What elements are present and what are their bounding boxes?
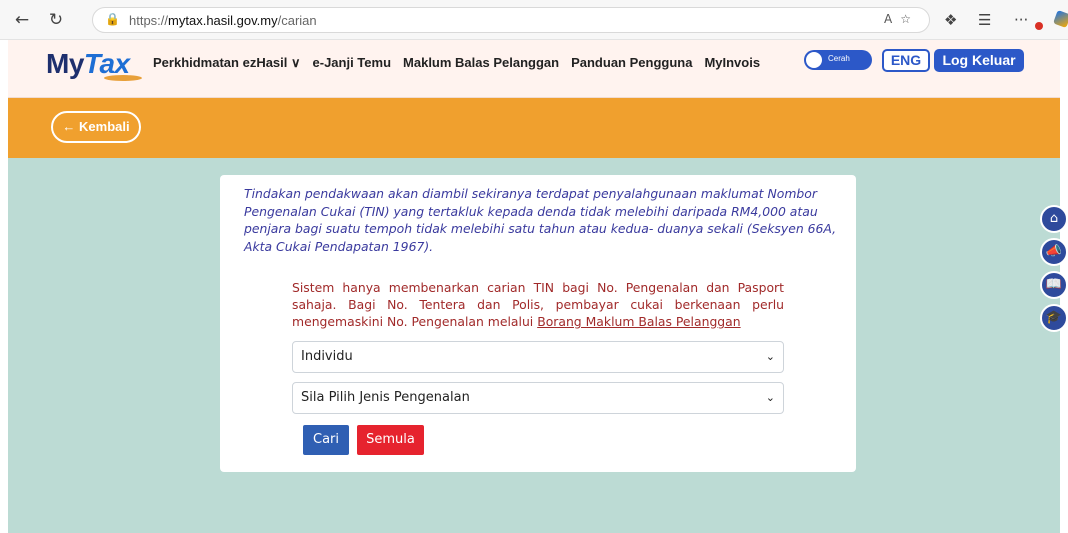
reset-button[interactable]: Semula: [357, 425, 424, 455]
taxpayer-type-value: Individu: [301, 349, 353, 364]
back-arrow-icon[interactable]: ←: [10, 8, 34, 32]
browser-toolbar: ← ↻ 🔒 https://mytax.hasil.gov.my/carian …: [0, 0, 1068, 40]
address-bar[interactable]: 🔒 https://mytax.hasil.gov.my/carian A☆: [92, 7, 930, 33]
book-icon[interactable]: 📖: [1040, 271, 1068, 299]
id-type-select[interactable]: Sila Pilih Jenis Pengenalan ⌄: [292, 382, 784, 414]
id-type-value: Sila Pilih Jenis Pengenalan: [301, 390, 470, 405]
feedback-form-link[interactable]: Borang Maklum Balas Pelanggan: [537, 314, 740, 329]
site-header: MyTax Perkhidmatan ezHasil ∨ e-Janji Tem…: [8, 40, 1060, 98]
more-menu-icon[interactable]: ···: [1014, 10, 1028, 30]
search-button[interactable]: Cari: [303, 425, 349, 455]
logout-button[interactable]: Log Keluar: [934, 49, 1024, 72]
nav-panduan-pengguna[interactable]: Panduan Pengguna: [571, 55, 692, 71]
main-nav: Perkhidmatan ezHasil ∨ e-Janji Temu Makl…: [153, 55, 760, 71]
main-content: Tindakan pendakwaan akan diambil sekiran…: [8, 158, 1060, 533]
theme-label: Cerah: [828, 54, 850, 63]
copilot-icon[interactable]: [1053, 10, 1068, 28]
back-button[interactable]: ← Kembali: [51, 111, 141, 143]
logo-swoosh-icon: [104, 75, 142, 81]
nav-maklum-balas-pelanggan[interactable]: Maklum Balas Pelanggan: [403, 55, 559, 71]
taxpayer-type-select[interactable]: Individu ⌄: [292, 341, 784, 373]
language-button[interactable]: ENG: [882, 49, 930, 72]
theme-toggle[interactable]: Cerah: [804, 50, 872, 70]
read-aloud-icon[interactable]: A☆: [884, 12, 919, 26]
notification-dot-icon: [1035, 22, 1043, 30]
url-text: https://mytax.hasil.gov.my/carian: [129, 13, 317, 28]
graduation-cap-icon[interactable]: 🎓: [1040, 304, 1068, 332]
search-notice: Sistem hanya membenarkan carian TIN bagi…: [292, 279, 784, 330]
legal-warning: Tindakan pendakwaan akan diambil sekiran…: [244, 186, 837, 254]
toggle-knob: [806, 52, 822, 68]
favorites-icon[interactable]: ☰: [978, 10, 991, 30]
megaphone-icon[interactable]: 📣: [1040, 238, 1068, 266]
nav-perkhidmatan-ezhasil[interactable]: Perkhidmatan ezHasil ∨: [153, 55, 301, 71]
home-icon[interactable]: ⌂: [1040, 205, 1068, 233]
lock-icon: 🔒: [105, 12, 120, 26]
search-card: Tindakan pendakwaan akan diambil sekiran…: [220, 175, 856, 472]
chevron-down-icon: ⌄: [765, 350, 775, 363]
nav-e-janji-temu[interactable]: e-Janji Temu: [313, 55, 392, 71]
chevron-down-icon: ⌄: [765, 391, 775, 404]
nav-myinvois[interactable]: MyInvois: [704, 55, 760, 71]
page-banner: ← Kembali: [8, 98, 1060, 158]
extensions-icon[interactable]: ❖: [944, 10, 957, 30]
refresh-icon[interactable]: ↻: [44, 8, 68, 32]
